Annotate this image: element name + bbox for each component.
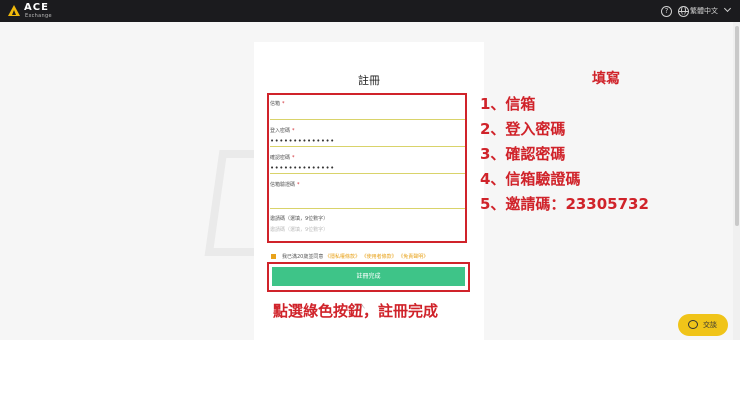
top-bar: ACE Exchange ? 繁體中文 bbox=[0, 0, 740, 22]
logo-text: ACE bbox=[24, 2, 49, 13]
agree-checkbox[interactable] bbox=[271, 254, 276, 259]
annotation-bottom: 點選綠色按鈕，註冊完成 bbox=[273, 302, 439, 320]
terms-agreement: 我已滿20歲並同意 《隱私權條款》 《使用者條款》 《免責聲明》 bbox=[271, 253, 428, 260]
language-selector[interactable]: 繁體中文 bbox=[690, 6, 718, 16]
chat-label: 交談 bbox=[703, 321, 717, 329]
chat-bubble-icon bbox=[688, 320, 698, 329]
email-input[interactable] bbox=[270, 110, 465, 119]
email-code-field[interactable]: 信箱驗證碼 * bbox=[270, 181, 465, 209]
terms-link[interactable]: 《使用者條款》 bbox=[362, 254, 397, 260]
confirm-password-underline bbox=[270, 173, 465, 174]
invite-code-label: 邀請碼（選填，9位數字） bbox=[270, 216, 329, 222]
annotation-title: 填寫 bbox=[592, 71, 620, 87]
chat-button[interactable]: 交談 bbox=[678, 314, 728, 336]
confirm-password-field[interactable]: 確認密碼 * •••••••••••••• bbox=[270, 154, 465, 174]
invite-code-input[interactable]: 邀請碼（選填，9位數字） bbox=[270, 226, 465, 233]
chevron-down-icon[interactable] bbox=[723, 4, 732, 13]
annotation-step-3: 3、確認密碼 bbox=[480, 145, 566, 163]
password-input[interactable]: •••••••••••••• bbox=[270, 137, 465, 146]
email-label: 信箱 bbox=[270, 101, 281, 107]
logo-subtext: Exchange bbox=[25, 13, 52, 19]
globe-icon[interactable] bbox=[678, 6, 689, 17]
privacy-link[interactable]: 《隱私權條款》 bbox=[325, 254, 360, 260]
logo-mark-icon bbox=[8, 5, 20, 16]
annotation-step-4: 4、信箱驗證碼 bbox=[480, 170, 581, 188]
ace-logo[interactable]: ACE Exchange bbox=[8, 2, 68, 20]
email-underline bbox=[270, 119, 465, 120]
password-field[interactable]: 登入密碼 * •••••••••••••• bbox=[270, 127, 465, 147]
help-icon[interactable]: ? bbox=[661, 6, 672, 17]
annotation-step-1: 1、信箱 bbox=[480, 95, 536, 113]
disclaimer-link[interactable]: 《免責聲明》 bbox=[398, 254, 428, 260]
page-title: 註冊 bbox=[358, 74, 380, 87]
password-label: 登入密碼 bbox=[270, 128, 291, 134]
email-field[interactable]: 信箱 * bbox=[270, 100, 465, 120]
agree-text: 我已滿20歲並同意 bbox=[282, 254, 324, 260]
email-code-underline bbox=[270, 208, 465, 209]
confirm-password-input[interactable]: •••••••••••••• bbox=[270, 164, 465, 173]
email-code-label: 信箱驗證碼 bbox=[270, 182, 296, 188]
invite-code-field[interactable]: 邀請碼（選填，9位數字） 邀請碼（選填，9位數字） bbox=[270, 215, 465, 233]
email-code-input[interactable] bbox=[270, 191, 465, 200]
annotation-step-2: 2、登入密碼 bbox=[480, 120, 566, 138]
confirm-password-label: 確認密碼 bbox=[270, 155, 291, 161]
scrollbar-thumb[interactable] bbox=[735, 26, 739, 226]
register-submit-button[interactable]: 註冊完成 bbox=[272, 267, 465, 286]
annotation-step-5: 5、邀請碼：23305732 bbox=[480, 195, 649, 213]
password-underline bbox=[270, 146, 465, 147]
